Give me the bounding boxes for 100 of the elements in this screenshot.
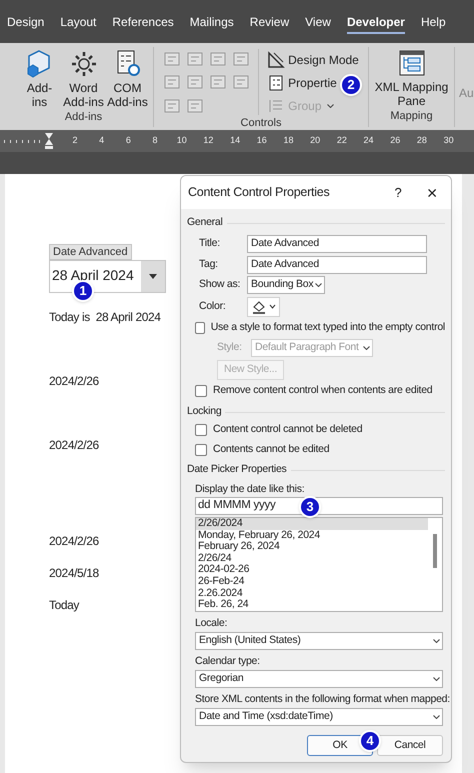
ruler-number: 16 <box>256 134 268 148</box>
field-label: Store XML contents in the following format when mapped: <box>195 692 450 706</box>
ribbon-tab[interactable]: Mailings <box>190 14 234 34</box>
document-text: Today is 28 April 2024 <box>49 309 161 325</box>
ruler-number: 18 <box>282 134 294 148</box>
dropdown[interactable]: Gregorian <box>195 670 443 688</box>
ruler-number: 2 <box>71 134 78 148</box>
ribbon-tab[interactable]: Review <box>250 14 290 34</box>
list-item[interactable]: 2/26/24 <box>196 552 428 564</box>
ribbon-command[interactable]: Design Mode <box>267 51 359 69</box>
xml-pane-icon <box>398 49 426 77</box>
field-label: Show as: <box>199 277 242 292</box>
ribbon-tab[interactable]: Layout <box>60 14 96 34</box>
ribbon-button[interactable]: Add- ins <box>18 49 60 109</box>
checkbox-label: Contents cannot be edited <box>213 442 330 458</box>
checkbox-label: Use a style to format text typed into the empty control <box>210 320 445 335</box>
ruler-triangle-icon <box>267 51 286 69</box>
dropdown[interactable]: English (United States) <box>195 632 443 650</box>
ruler-number: 6 <box>124 134 132 148</box>
control-icon <box>186 51 204 68</box>
chevron-icon <box>326 104 334 108</box>
list-box[interactable]: 2/26/2024 Monday, February 26, 2024 February 26, 2024 2/26/24 2024-02-26 26-Feb-24 2.26.2024 Feb. 26, 24 <box>195 517 443 612</box>
field-label: Color: <box>199 298 227 314</box>
ribbon-tab[interactable]: Help <box>420 14 446 34</box>
ruler-number: 10 <box>176 134 188 148</box>
list-item[interactable]: 26-Feb-24 <box>196 576 428 588</box>
ribbon-button[interactable]: COM Add-ins <box>106 49 148 109</box>
caret-icon <box>149 274 157 279</box>
chevron-icon <box>315 283 322 288</box>
checkbox[interactable] <box>195 385 207 397</box>
ribbon-command[interactable]: Propertie <box>267 74 337 92</box>
chevron-icon <box>433 639 440 643</box>
control-icon <box>163 98 182 115</box>
ruler-number: 26 <box>389 134 402 148</box>
ribbon-label: Au <box>459 86 474 100</box>
control-icon <box>232 51 250 68</box>
section-heading: Locking <box>187 404 222 420</box>
field-label: Display the date like this: <box>194 482 304 497</box>
ribbon-tab[interactable]: References <box>112 14 174 34</box>
ruler-number: 20 <box>309 134 322 148</box>
list-item[interactable]: Monday, February 26, 2024 <box>196 530 428 542</box>
caret-icon <box>269 304 276 309</box>
ribbon-tab[interactable]: Design <box>7 14 44 34</box>
ruler-number: 4 <box>98 134 106 148</box>
ribbon-button[interactable]: XML Mapping Pane <box>374 49 448 108</box>
properties-icon <box>267 74 286 92</box>
control-icon <box>186 98 204 115</box>
chevron-icon <box>433 715 440 719</box>
close-button[interactable]: × <box>413 184 451 202</box>
document-text: 2024/2/26 <box>49 437 99 453</box>
checkbox[interactable] <box>195 444 207 456</box>
color-picker-button[interactable] <box>247 296 280 316</box>
list-item[interactable]: Feb. 26, 24 <box>196 599 428 611</box>
ruler-number: 24 <box>362 134 375 148</box>
ribbon-tab[interactable]: View <box>305 14 331 34</box>
field-label: Style: <box>217 340 243 355</box>
field-label: Locale: <box>195 616 228 630</box>
checkbox-label: Remove content control when contents are edited <box>213 383 432 398</box>
text-field[interactable]: Date Advanced <box>247 235 427 254</box>
group-label: Add-ins <box>64 110 102 125</box>
ruler-number: 22 <box>336 134 348 148</box>
document-text: 2024/2/26 <box>49 533 99 549</box>
content-control-tag: Date Advanced <box>49 244 132 260</box>
list-item[interactable]: February 26, 2024 <box>196 541 428 553</box>
field-label: Title: <box>199 236 221 252</box>
document-text: Today <box>49 597 80 613</box>
field-label: Tag: <box>199 256 219 272</box>
help-button[interactable]: ? <box>383 182 413 202</box>
list-item[interactable]: 2/26/2024 <box>196 518 428 530</box>
dropdown[interactable]: Date and Time (xsd:dateTime) <box>195 708 443 726</box>
document-text: 2024/2/26 <box>49 373 99 389</box>
control-icon <box>209 51 228 68</box>
ruler-number: 30 <box>442 134 455 148</box>
chevron-icon <box>363 346 370 350</box>
dialog-button[interactable]: Cancel <box>377 735 443 756</box>
group-label: Mapping <box>390 109 433 124</box>
text-field[interactable]: Date Advanced <box>247 256 427 274</box>
list-item[interactable]: 2024-02-26 <box>196 564 428 576</box>
document-text: 2024/5/18 <box>49 565 99 581</box>
section-heading: Date Picker Properties <box>187 462 287 478</box>
chevron-icon <box>433 677 440 681</box>
checkbox[interactable] <box>195 424 207 436</box>
ribbon-button[interactable]: Word Add-ins <box>62 49 104 109</box>
ribbon-tab[interactable]: Developer <box>346 14 405 34</box>
scrollbar-thumb[interactable] <box>433 534 437 568</box>
list-item[interactable]: 2.26.2024 <box>196 588 428 600</box>
field-label: Calendar type: <box>195 654 260 668</box>
section-heading: General <box>187 215 223 230</box>
ruler-number: 28 <box>416 134 428 148</box>
indent-marker-icon <box>44 132 54 150</box>
ruler-number: 8 <box>152 134 159 148</box>
ruler-number: 12 <box>202 134 214 148</box>
group-label: Controls <box>240 116 282 131</box>
ruler-number: 14 <box>229 134 242 148</box>
checkbox-label: Content control cannot be deleted <box>213 422 362 438</box>
dropdown[interactable]: Bounding Box <box>247 276 326 294</box>
paint-bucket-icon <box>251 298 267 314</box>
control-icon <box>163 51 182 68</box>
dialog-title: Content Control Properties <box>188 184 330 202</box>
checkbox[interactable] <box>195 322 205 334</box>
